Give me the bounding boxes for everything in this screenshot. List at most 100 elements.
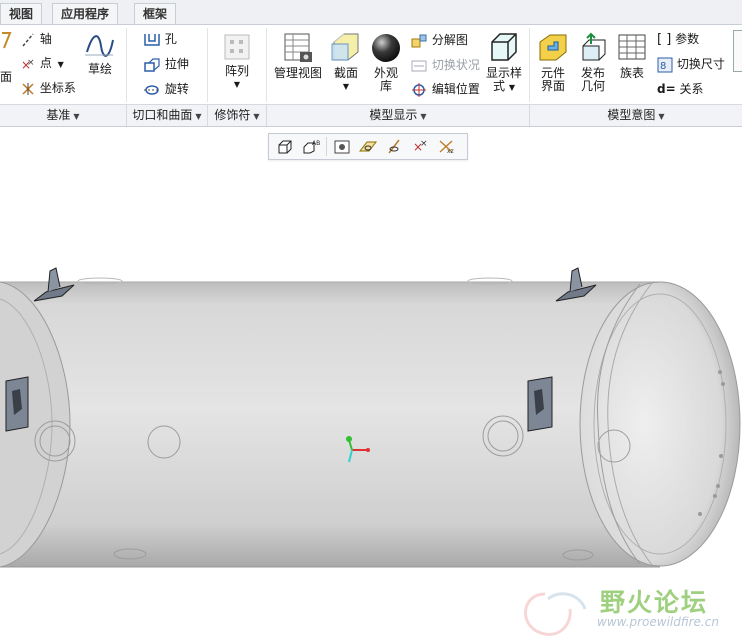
graphics-mini-toolbar: AB × × xz	[268, 133, 468, 160]
revolve-button[interactable]: 旋转	[143, 80, 189, 98]
explode-view-icon	[411, 34, 427, 47]
pattern-label: 阵列	[224, 64, 249, 78]
edit-position-button[interactable]: 编辑位置	[410, 80, 480, 98]
group-label-model-intent[interactable]: 模型意图 ▼	[530, 105, 742, 126]
watermark-title: 野火论坛	[600, 588, 709, 617]
axis-display-icon[interactable]: × ×	[409, 137, 431, 156]
switch-dimensions-button[interactable]: 8 切换尺寸	[657, 55, 725, 73]
csys-button[interactable]: 坐标系	[20, 79, 76, 97]
group-label-model-display[interactable]: 模型显示 ▼	[267, 105, 530, 126]
extrude-button[interactable]: 拉伸	[143, 55, 189, 73]
watermark-url: www.proewildfire.cn	[597, 615, 719, 629]
chevron-down-icon[interactable]: ▼	[328, 80, 364, 93]
right-dished-head	[579, 281, 741, 567]
component-interface-button[interactable]: 元件 界面	[535, 32, 571, 93]
tab-applications[interactable]: 应用程序	[52, 3, 119, 24]
group-divider	[529, 28, 530, 102]
hole-button[interactable]: 孔	[143, 30, 177, 48]
toolbar-divider	[326, 137, 327, 156]
chevron-down-icon: ▼	[195, 112, 202, 121]
family-table-button[interactable]: 族表	[614, 32, 650, 80]
pattern-button[interactable]: 阵列 ▼	[218, 32, 256, 91]
switch-dimensions-label: 切换尺寸	[676, 57, 725, 71]
csys-label: 坐标系	[39, 81, 76, 95]
edit-position-label: 编辑位置	[431, 82, 480, 96]
extrude-icon	[144, 57, 160, 72]
axis-icon	[22, 33, 34, 46]
svg-text:xz: xz	[447, 148, 454, 155]
relations-label: 关系	[679, 82, 704, 96]
hole-icon	[144, 33, 160, 46]
chevron-down-icon[interactable]: ▼	[509, 83, 515, 92]
axis-button[interactable]: 轴	[20, 30, 52, 48]
publish-geometry-label-2: 几何	[580, 79, 605, 93]
svg-text:×: ×	[27, 58, 35, 68]
datum-plane-icon	[2, 32, 12, 49]
group-label-features[interactable]: 修饰符 ▼	[208, 105, 267, 126]
pattern-icon	[224, 34, 250, 60]
section-button[interactable]: 截面 ▼	[328, 32, 364, 93]
sketch-label: 草绘	[87, 62, 112, 76]
relations-button[interactable]: d= 关系	[657, 80, 704, 97]
display-style-button[interactable]: 显示样 式 ▼	[482, 32, 526, 94]
spin-center-icon[interactable]	[357, 137, 379, 156]
annotation-display-icon[interactable]: AB	[301, 137, 323, 156]
publish-geometry-icon	[582, 32, 606, 61]
appearance-label-2: 库	[379, 79, 392, 93]
axis-label: 轴	[39, 32, 52, 46]
chevron-down-icon: ▼	[73, 112, 80, 121]
csys-display-icon[interactable]: xz	[435, 137, 457, 156]
chevron-down-icon[interactable]: ▼	[58, 60, 64, 69]
tab-framework[interactable]: 框架	[134, 3, 177, 24]
point-label: 点	[39, 56, 52, 70]
group-divider	[207, 28, 208, 102]
relations-icon: d=	[657, 82, 676, 96]
section-icon	[331, 33, 359, 61]
view-manager-icon	[284, 33, 312, 62]
group-divider	[266, 28, 267, 102]
csys-icon	[22, 82, 34, 95]
watermark-logo	[524, 592, 587, 636]
datum-point-icon: ××	[21, 58, 35, 72]
explode-view-button[interactable]: 分解图	[410, 31, 468, 49]
family-table-label: 族表	[619, 66, 644, 80]
component-interface-label-2: 界面	[540, 79, 565, 93]
svg-text:AB: AB	[312, 140, 320, 147]
chevron-down-icon: ▼	[253, 112, 260, 121]
toggle-status-button[interactable]: 切换状况	[410, 56, 480, 74]
group-label-datum[interactable]: 基准 ▼	[0, 105, 127, 126]
view-manager-icon[interactable]	[331, 137, 353, 156]
chevron-down-icon: ▼	[658, 112, 665, 121]
section-label: 截面	[333, 66, 358, 80]
appearance-gallery-button[interactable]: 外观 库	[367, 32, 405, 93]
parameters-button[interactable]: [ ] 参数	[657, 30, 699, 47]
view-manager-button[interactable]: 管理视图	[271, 32, 325, 80]
group-label-cuts[interactable]: 切口和曲面 ▼	[127, 105, 208, 126]
extrude-label: 拉伸	[164, 57, 189, 71]
component-interface-icon	[539, 34, 567, 61]
ribbon-group-label-bar: 基准 ▼ 切口和曲面 ▼ 修饰符 ▼ 模型显示 ▼ 模型意图 ▼	[0, 104, 742, 127]
toggle-status-label: 切换状况	[431, 58, 480, 72]
group-divider	[126, 28, 127, 102]
tank-model[interactable]	[0, 159, 742, 643]
view-manager-label: 管理视图	[273, 66, 322, 80]
toggle-status-icon	[411, 60, 427, 71]
datum-plane-label: 面	[0, 70, 13, 84]
publish-geometry-button[interactable]: 发布 几何	[575, 32, 611, 93]
datum-plane-button[interactable]	[0, 31, 12, 49]
parameters-label: 参数	[675, 32, 700, 46]
tab-view[interactable]: 视图	[0, 3, 43, 24]
saved-orientation-icon[interactable]	[275, 137, 297, 156]
appearance-sphere-icon	[372, 34, 400, 62]
revolve-label: 旋转	[164, 82, 189, 96]
ribbon-tab-strip: 视图 应用程序 框架	[0, 0, 742, 25]
chevron-down-icon[interactable]: ▼	[218, 78, 256, 91]
ribbon-overflow-button[interactable]	[733, 30, 742, 72]
sketch-button[interactable]: 草绘	[80, 32, 120, 76]
point-button[interactable]: × × 点 ▼	[20, 54, 64, 72]
datum-display-icon[interactable]	[383, 137, 405, 156]
revolve-icon	[144, 84, 160, 95]
switch-dimensions-icon: 8	[657, 57, 673, 72]
display-style-label-2: 式 ▼	[493, 79, 515, 93]
parameters-icon: [ ]	[657, 32, 672, 47]
